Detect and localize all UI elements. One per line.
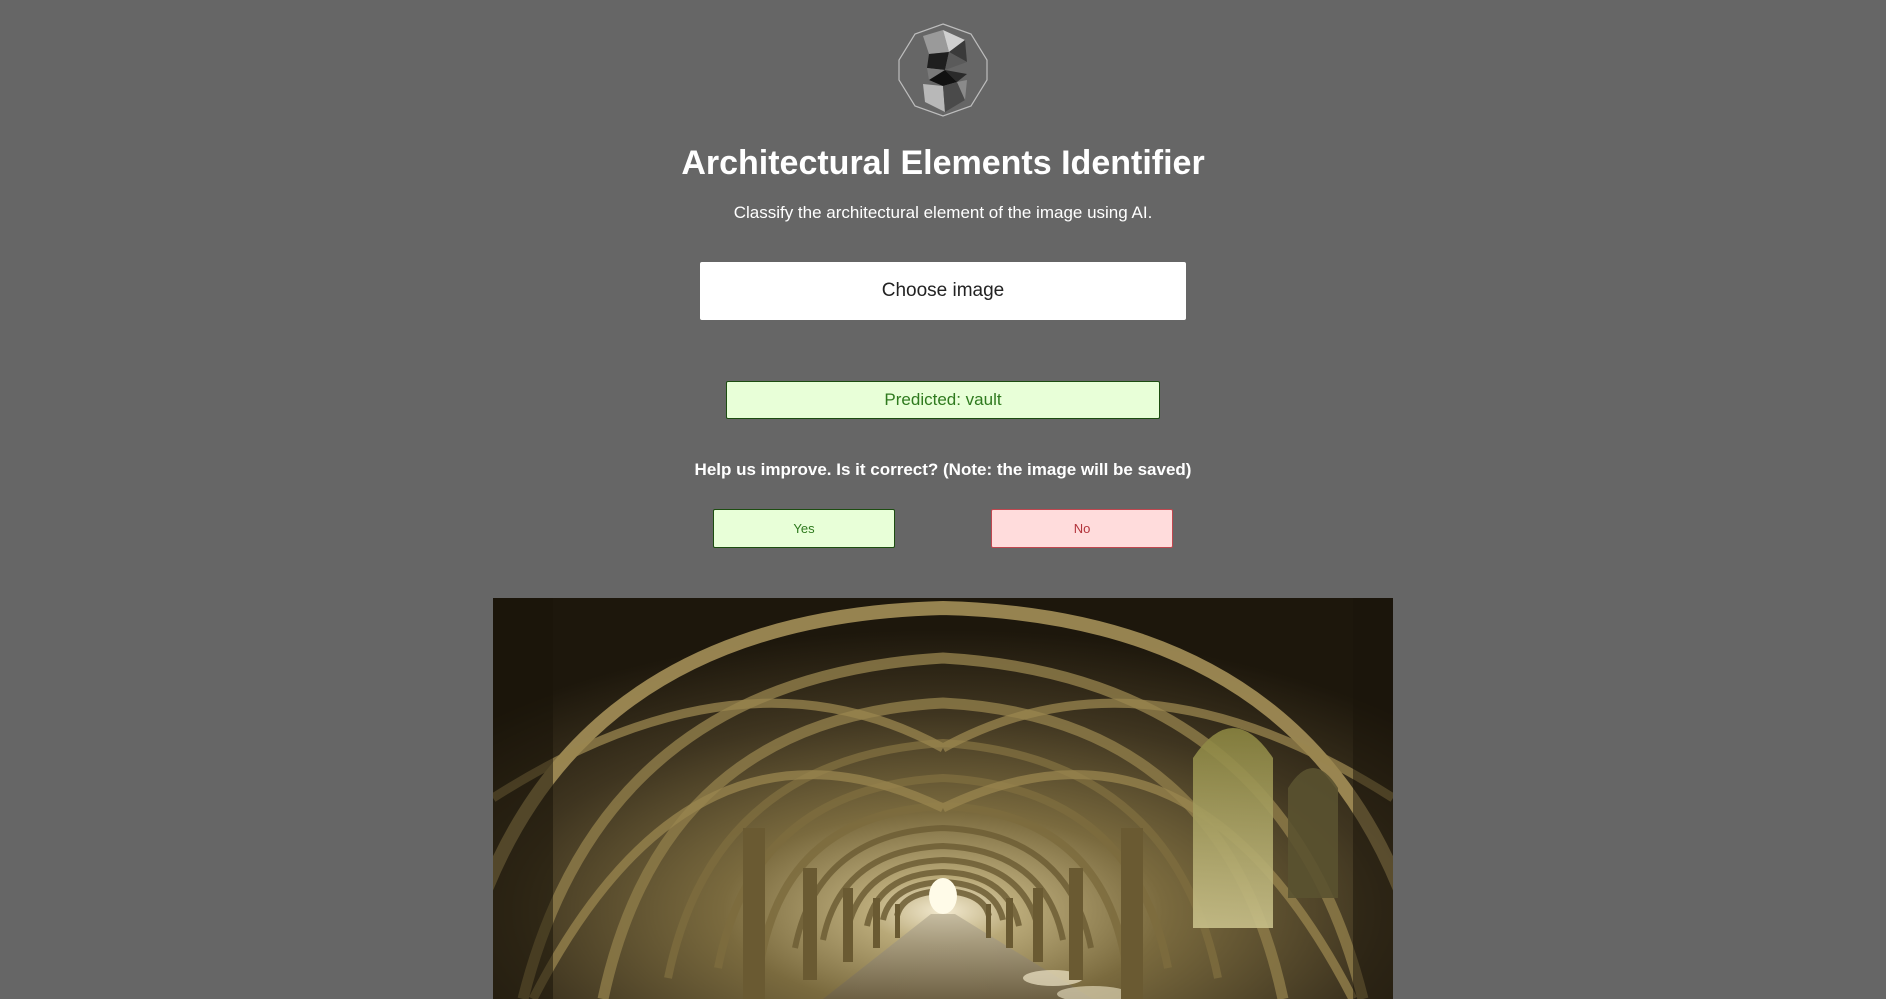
page-subtitle: Classify the architectural element of th… [733,203,1153,222]
app-page: Architectural Elements Identifier Classi… [0,0,1886,999]
uploaded-image-preview [493,598,1393,999]
prediction-result: Predicted: vault [726,381,1160,419]
stone-vaulted-corridor-image [493,598,1393,999]
page-title: Architectural Elements Identifier [681,144,1205,182]
choose-image-button[interactable]: Choose image [700,262,1186,320]
feedback-no-button[interactable]: No [991,509,1173,548]
feedback-yes-button[interactable]: Yes [713,509,895,548]
feedback-prompt: Help us improve. Is it correct? (Note: t… [694,460,1192,479]
geometric-polyhedron-logo-icon [898,23,988,117]
